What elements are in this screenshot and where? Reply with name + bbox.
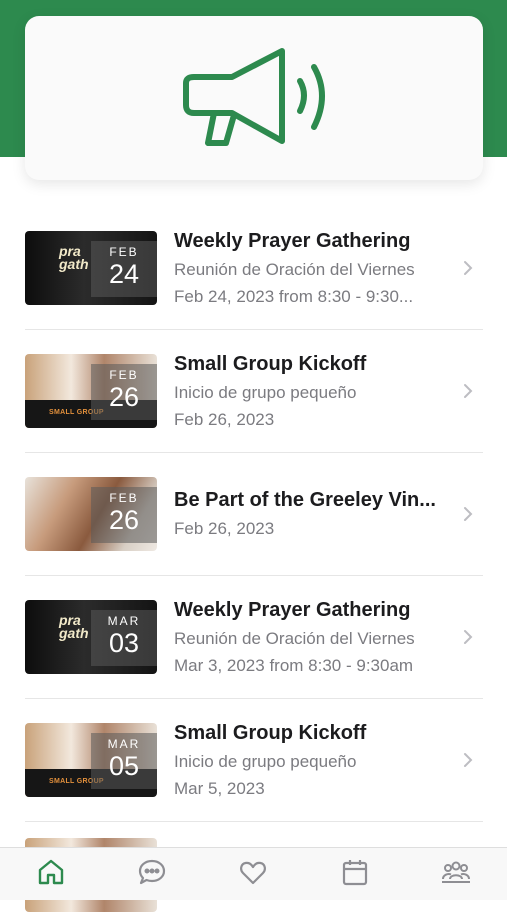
thumbnail-decoration: pra gath [59,612,89,641]
date-badge-day: 05 [108,751,140,781]
event-subtitle: Reunión de Oración del Viernes [174,259,415,279]
event-row[interactable]: SMALL GROUP FEB 26 Small Group Kickoff I… [25,330,483,453]
date-badge-day: 24 [108,259,140,289]
event-thumbnail: FEB 26 [25,477,157,551]
date-badge-month: MAR [107,614,141,628]
chevron-right-icon [459,382,477,400]
date-badge-month: FEB [109,245,139,259]
tab-giving[interactable] [223,848,283,892]
date-badge-day: 03 [108,628,140,658]
event-title: Weekly Prayer Gathering [174,229,411,252]
date-badge: MAR 05 [91,733,157,789]
event-subtitle: Inicio de grupo pequeño [174,751,357,771]
event-row[interactable]: FEB 26 Be Part of the Greeley Vin... Feb… [25,453,483,576]
date-badge-day: 26 [108,505,140,535]
tab-home[interactable] [21,848,81,892]
tab-messages[interactable] [122,848,182,892]
event-date: Feb 26, 2023 [174,519,275,538]
event-row[interactable]: pra gath MAR 03 Weekly Prayer Gathering R… [25,576,483,699]
event-thumbnail: pra gath FEB 24 [25,231,157,305]
tab-bar [0,847,507,900]
event-row[interactable]: pra gath FEB 24 Weekly Prayer Gathering R… [25,207,483,330]
event-date: Feb 26, 2023 [174,409,275,429]
event-thumbnail: pra gath MAR 03 [25,600,157,674]
calendar-icon [342,860,367,886]
chevron-right-icon [459,751,477,769]
event-subtitle: Reunión de Oración del Viernes [174,628,415,648]
home-icon [38,859,63,885]
chevron-right-icon [459,505,477,523]
date-badge-month: FEB [109,368,139,382]
date-badge-month: MAR [107,737,141,751]
event-title: Small Group Kickoff [174,721,367,744]
event-row[interactable]: SMALL GROUP MAR 05 Small Group Kickoff I… [25,699,483,822]
heart-icon [240,861,267,885]
event-date: Mar 5, 2023 [174,778,265,798]
event-thumbnail: SMALL GROUP MAR 05 [25,723,157,797]
chat-bubble-icon [138,859,166,885]
megaphone-icon [183,48,325,146]
event-date: Feb 24, 2023 from 8:30 - 9:30... [174,286,414,306]
tab-groups[interactable] [426,848,486,892]
date-badge-day: 26 [108,382,140,412]
tab-events[interactable] [325,848,385,892]
event-date: Mar 3, 2023 from 8:30 - 9:30am [174,655,414,675]
event-thumbnail: SMALL GROUP FEB 26 [25,354,157,428]
event-title: Weekly Prayer Gathering [174,598,411,621]
date-badge: FEB 26 [91,364,157,420]
events-list: pra gath FEB 24 Weekly Prayer Gathering R… [25,207,483,912]
date-badge-month: FEB [109,491,139,505]
chevron-right-icon [459,628,477,646]
event-title: Be Part of the Greeley Vin... [174,489,436,511]
date-badge: FEB 26 [91,487,157,543]
chevron-right-icon [459,259,477,277]
event-subtitle: Inicio de grupo pequeño [174,382,357,402]
people-icon [442,861,471,883]
announcement-card[interactable] [25,16,483,180]
event-title: Small Group Kickoff [174,352,367,375]
date-badge: MAR 03 [91,610,157,666]
date-badge: FEB 24 [91,241,157,297]
thumbnail-decoration: pra gath [59,243,89,272]
